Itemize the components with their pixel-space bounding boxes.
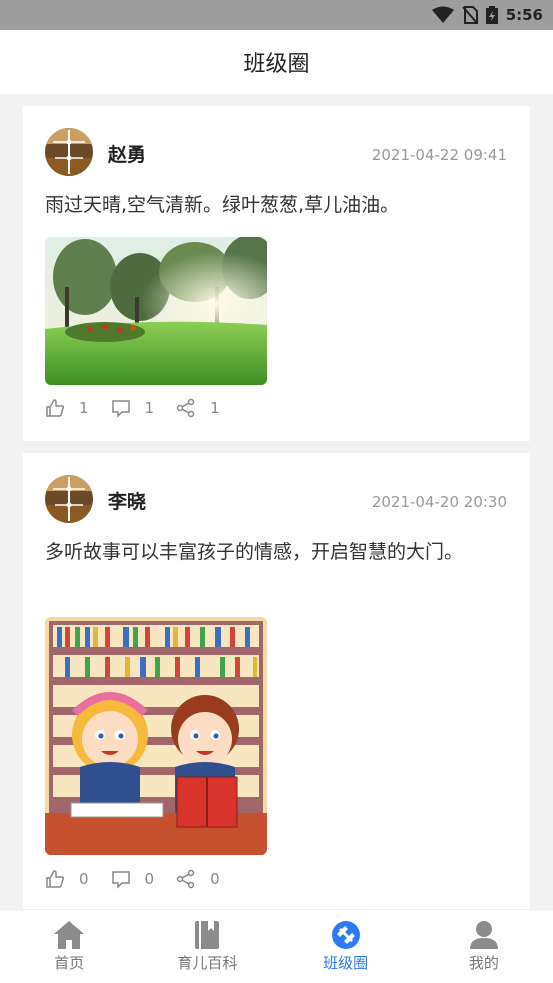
tab-home[interactable]: 首页: [0, 910, 138, 983]
no-sim-icon: [461, 6, 478, 24]
comment-icon: [111, 400, 130, 418]
post-photo-kids-reading[interactable]: [45, 617, 267, 855]
avatar[interactable]: [45, 475, 93, 523]
thumbs-up-icon: [46, 399, 65, 417]
post-content: 雨过天晴,空气清新。绿叶葱葱,草儿油油。: [45, 194, 400, 216]
share-count: 1: [210, 399, 220, 417]
post-card[interactable]: 赵勇 2021-04-22 09:41 雨过天晴,空气清新。绿叶葱葱,草儿油油。: [23, 106, 530, 441]
post-photo-park[interactable]: [45, 237, 267, 385]
tab-mine[interactable]: 我的: [415, 910, 553, 983]
post-time: 2021-04-22 09:41: [371, 146, 507, 164]
home-icon: [54, 921, 85, 949]
page-title: 班级圈: [243, 52, 310, 77]
like-count: 1: [79, 399, 89, 417]
comment-count: 0: [144, 870, 155, 888]
post-author[interactable]: 赵勇: [108, 140, 146, 167]
bottom-tab-bar: 首页 育儿百科 班级圈 我的: [0, 909, 553, 983]
post-feed[interactable]: 赵勇 2021-04-22 09:41 雨过天晴,空气清新。绿叶葱葱,草儿油油。: [0, 94, 553, 909]
share-button[interactable]: 0: [176, 869, 220, 889]
battery-charging-icon: [485, 6, 498, 24]
post-actions: 0 0 0: [45, 869, 242, 889]
post-card[interactable]: 李晓 2021-04-20 20:30 多听故事可以丰富孩子的情感，开启智慧的大…: [23, 453, 530, 909]
thumbs-up-icon: [46, 870, 65, 888]
like-button[interactable]: 1: [45, 398, 89, 418]
app-header: 班级圈: [0, 30, 553, 94]
user-icon: [469, 921, 498, 949]
like-button[interactable]: 0: [45, 869, 89, 889]
comment-count: 1: [144, 399, 155, 417]
status-bar: 5:56: [0, 0, 553, 30]
status-time: 5:56: [505, 6, 543, 24]
share-icon: [176, 398, 195, 418]
post-content: 多听故事可以丰富孩子的情感，开启智慧的大门。: [45, 541, 464, 563]
tab-label: 班级圈: [323, 954, 369, 972]
post-time: 2021-04-20 20:30: [371, 493, 507, 511]
tab-label: 首页: [54, 954, 85, 972]
tab-class-circle[interactable]: 班级圈: [277, 910, 415, 983]
book-icon: [195, 921, 220, 949]
comment-icon: [111, 871, 130, 889]
post-actions: 1 1 1: [45, 398, 242, 418]
share-icon: [176, 869, 195, 889]
class-circle-icon: [331, 921, 360, 949]
like-count: 0: [79, 870, 89, 888]
share-count: 0: [210, 870, 220, 888]
wifi-icon: [431, 6, 454, 23]
post-author[interactable]: 李晓: [108, 487, 146, 514]
comment-button[interactable]: 1: [111, 398, 155, 418]
avatar[interactable]: [45, 128, 93, 176]
tab-parenting-encyclopedia[interactable]: 育儿百科: [138, 910, 276, 983]
comment-button[interactable]: 0: [111, 869, 155, 889]
share-button[interactable]: 1: [176, 398, 220, 418]
tab-label: 我的: [468, 954, 499, 972]
tab-label: 育儿百科: [177, 954, 238, 972]
